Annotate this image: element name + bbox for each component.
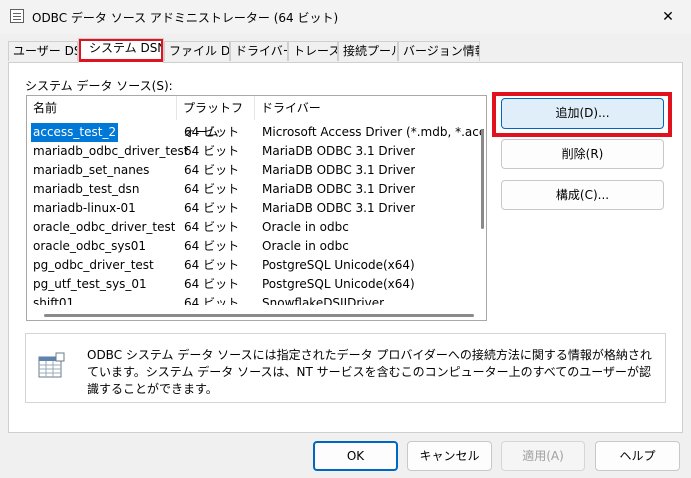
row-driver: MariaDB ODBC 3.1 Driver bbox=[262, 182, 416, 196]
column-header-driver[interactable]: ドライバー bbox=[255, 96, 486, 120]
table-row[interactable]: shift01 64 ビット SnowflakeDSIIDriver bbox=[27, 294, 486, 305]
odbc-app-icon bbox=[10, 9, 24, 23]
table-row[interactable]: mariadb_odbc_driver_test 64 ビット MariaDB … bbox=[27, 142, 486, 161]
system-data-source-label: システム データ ソース(S): bbox=[25, 79, 173, 93]
tab-user-dsn[interactable]: ユーザー DSN bbox=[8, 41, 78, 61]
table-row[interactable]: mariadb_set_nanes 64 ビット MariaDB ODBC 3.… bbox=[27, 161, 486, 180]
row-platform: 64 ビット bbox=[184, 296, 240, 305]
row-platform: 64 ビット bbox=[184, 239, 240, 253]
row-driver: Oracle in odbc bbox=[262, 220, 349, 234]
tab-highlight-box bbox=[79, 39, 163, 62]
row-driver: MariaDB ODBC 3.1 Driver bbox=[262, 163, 416, 177]
tab-version-info[interactable]: バージョン情報 bbox=[398, 41, 480, 61]
table-row[interactable]: oracle_odbc_sys01 64 ビット Oracle in odbc bbox=[27, 237, 486, 256]
horizontal-scroll-thumb[interactable] bbox=[44, 314, 474, 317]
table-row[interactable]: mariadb_test_dsn 64 ビット MariaDB ODBC 3.1… bbox=[27, 180, 486, 199]
row-name: oracle_odbc_sys01 bbox=[33, 239, 146, 253]
close-icon[interactable]: ✕ bbox=[652, 4, 684, 30]
tab-system-dsn[interactable]: システム DSN bbox=[78, 38, 164, 63]
tab-strip: ユーザー DSN システム DSN ファイル DSN ドライバー トレース 接続… bbox=[8, 38, 683, 63]
row-platform: 64 ビット bbox=[184, 220, 240, 234]
column-header-platform[interactable]: プラットフォーム bbox=[177, 96, 255, 139]
row-driver: SnowflakeDSIIDriver bbox=[262, 296, 385, 305]
row-driver: MariaDB ODBC 3.1 Driver bbox=[262, 144, 416, 158]
table-row[interactable]: pg_odbc_driver_test 64 ビット PostgreSQL Un… bbox=[27, 256, 486, 275]
row-name: shift01 bbox=[33, 296, 75, 305]
row-platform: 64 ビット bbox=[184, 277, 240, 291]
row-platform: 64 ビット bbox=[184, 163, 240, 177]
row-name: pg_odbc_driver_test bbox=[33, 258, 154, 272]
tab-drivers[interactable]: ドライバー bbox=[230, 41, 288, 61]
row-platform: 64 ビット bbox=[184, 258, 240, 272]
data-source-list[interactable]: 名前 プラットフォーム ドライバー access_test_2 64 ビット M… bbox=[26, 95, 487, 321]
row-name: mariadb_odbc_driver_test bbox=[33, 144, 189, 158]
tab-file-dsn[interactable]: ファイル DSN bbox=[164, 41, 230, 61]
horizontal-scrollbar[interactable] bbox=[28, 311, 486, 319]
add-button-highlight-box bbox=[492, 92, 672, 137]
configure-button[interactable]: 構成(C)... bbox=[501, 180, 664, 210]
vertical-scroll-thumb[interactable] bbox=[481, 129, 484, 229]
row-platform: 64 ビット bbox=[184, 144, 240, 158]
row-driver: Oracle in odbc bbox=[262, 239, 349, 253]
tab-trace[interactable]: トレース bbox=[288, 41, 338, 61]
row-name: pg_utf_test_sys_01 bbox=[33, 277, 147, 291]
remove-button[interactable]: 削除(R) bbox=[501, 139, 664, 169]
row-driver: PostgreSQL Unicode(x64) bbox=[262, 277, 415, 291]
window-title: ODBC データ ソース アドミニストレーター (64 ビット) bbox=[32, 11, 339, 25]
tab-connection-pool[interactable]: 接続プール bbox=[338, 41, 398, 61]
title-bar: ODBC データ ソース アドミニストレーター (64 ビット) ✕ bbox=[0, 0, 691, 34]
row-name: mariadb_set_nanes bbox=[33, 163, 150, 177]
row-name: mariadb_test_dsn bbox=[33, 182, 140, 196]
ok-button[interactable]: OK bbox=[313, 441, 398, 471]
data-source-icon bbox=[38, 352, 65, 378]
row-name: mariadb-linux-01 bbox=[33, 201, 136, 215]
table-row[interactable]: mariadb-linux-01 64 ビット MariaDB ODBC 3.1… bbox=[27, 199, 486, 218]
row-platform: 64 ビット bbox=[184, 125, 240, 139]
info-box: ODBC システム データ ソースには指定されたデータ プロバイダーへの接続方法… bbox=[25, 333, 666, 403]
column-header-name[interactable]: 名前 bbox=[27, 96, 177, 120]
row-driver: PostgreSQL Unicode(x64) bbox=[262, 258, 415, 272]
cancel-button[interactable]: キャンセル bbox=[407, 441, 492, 471]
table-row[interactable]: access_test_2 64 ビット Microsoft Access Dr… bbox=[27, 122, 486, 143]
row-platform: 64 ビット bbox=[184, 201, 240, 215]
row-platform: 64 ビット bbox=[184, 182, 240, 196]
vertical-scrollbar[interactable] bbox=[479, 97, 485, 307]
info-description: ODBC システム データ ソースには指定されたデータ プロバイダーへの接続方法… bbox=[87, 348, 652, 396]
table-row[interactable]: oracle_odbc_driver_test 64 ビット Oracle in… bbox=[27, 218, 486, 237]
row-name: oracle_odbc_driver_test bbox=[33, 220, 176, 234]
apply-button: 適用(A) bbox=[501, 441, 585, 471]
row-driver: Microsoft Access Driver (*.mdb, *.accdb) bbox=[262, 125, 484, 139]
row-driver: MariaDB ODBC 3.1 Driver bbox=[262, 201, 416, 215]
row-name: access_test_2 bbox=[29, 122, 120, 143]
help-button[interactable]: ヘルプ bbox=[595, 441, 680, 471]
table-row[interactable]: pg_utf_test_sys_01 64 ビット PostgreSQL Uni… bbox=[27, 275, 486, 294]
